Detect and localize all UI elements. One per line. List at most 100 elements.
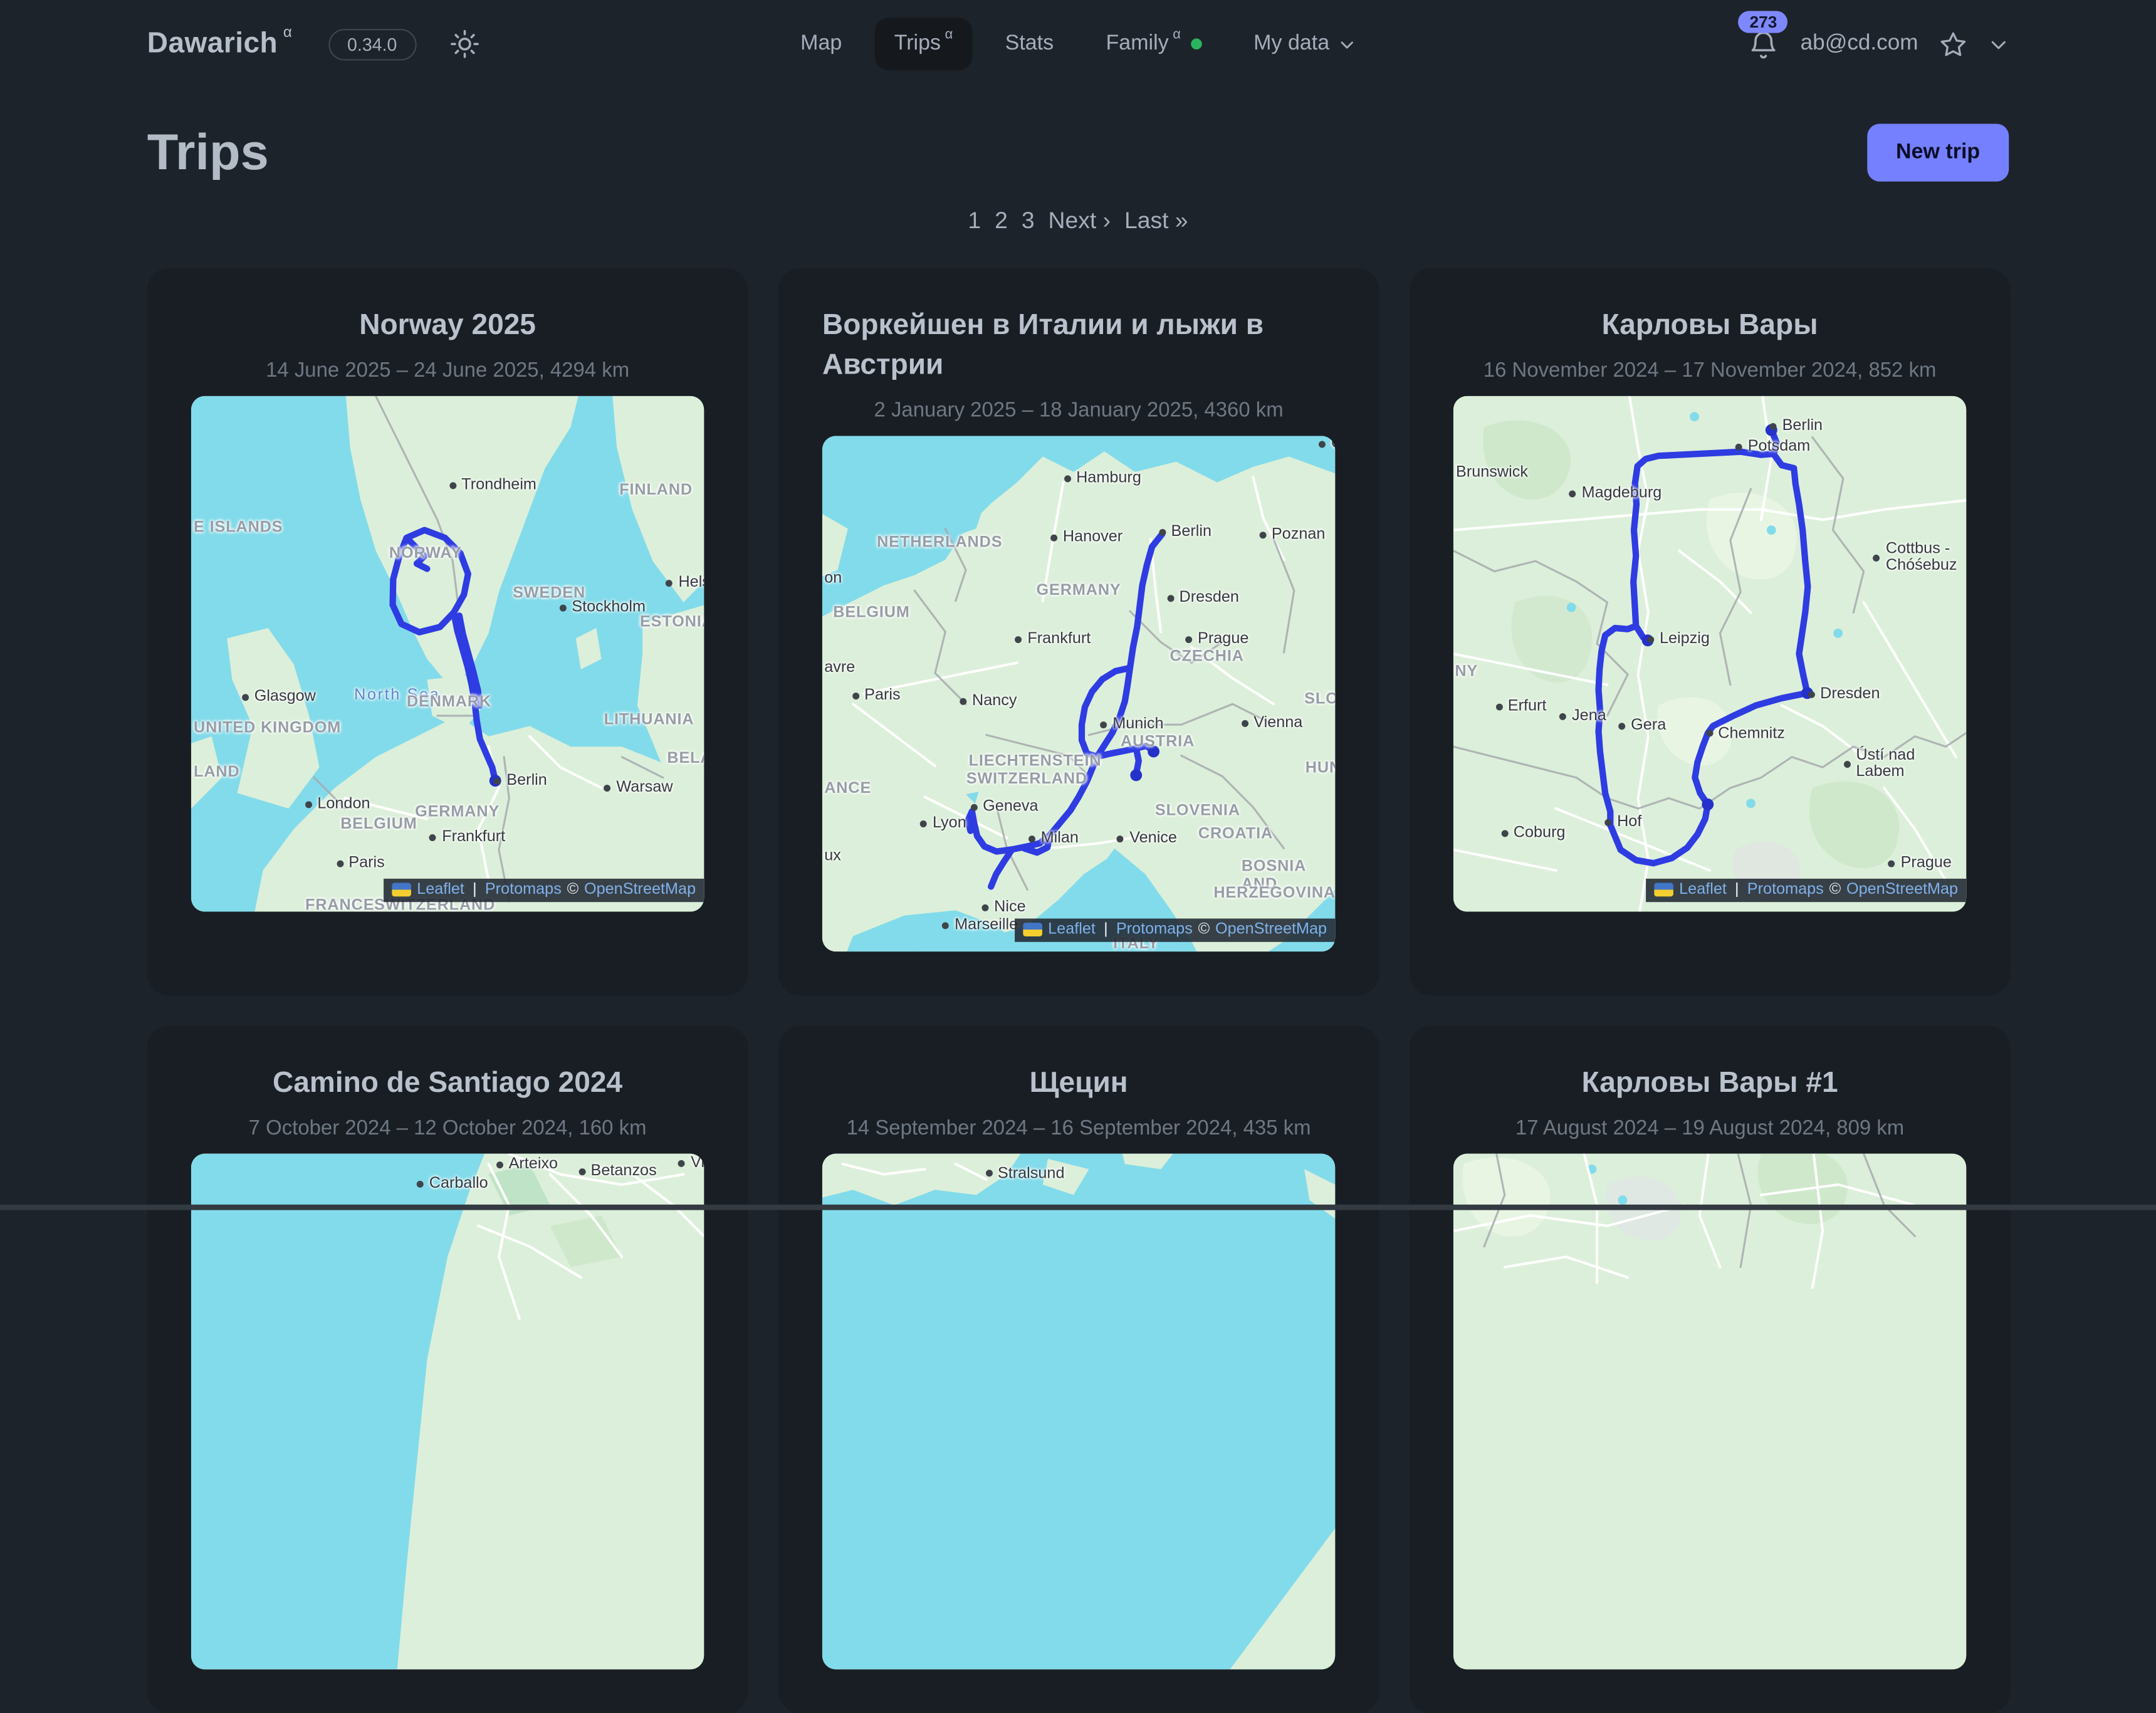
trip-map[interactable] — [1453, 1153, 1966, 1669]
label-text: Dresden — [1820, 686, 1880, 704]
map-city-label: Vienna — [1241, 715, 1302, 733]
trip-card: Воркейшен в Италии и лыжи в Австрии2 Jan… — [778, 268, 1379, 995]
city-dot — [852, 692, 859, 699]
app-logo[interactable]: Dawarichα — [147, 28, 293, 61]
horizontal-scrollbar[interactable] — [0, 1205, 2156, 1210]
trip-title[interactable]: Карловы Вары #1 — [1453, 1064, 1966, 1104]
chevron-down-icon — [1988, 34, 2009, 55]
pagination-link-3[interactable]: 3 — [1022, 207, 1035, 235]
osm-link[interactable]: OpenStreetMap — [1846, 882, 1958, 898]
city-dot — [942, 922, 949, 929]
city-dot — [1706, 730, 1713, 737]
map-country-label: DENMARK — [407, 694, 491, 711]
nav-item-trips[interactable]: Tripsα — [875, 18, 972, 70]
attribution-separator: | — [470, 882, 479, 898]
map-city-label: Berlin — [1159, 523, 1211, 541]
attribution-separator: | — [1732, 882, 1742, 898]
label-text: Hof — [1617, 814, 1641, 832]
label-text: Berlin — [1782, 417, 1823, 435]
pagination-link-1[interactable]: 1 — [968, 207, 981, 235]
map-country-label: GERMANY — [415, 804, 500, 822]
label-text: Vila — [691, 1155, 704, 1173]
nav-item-family[interactable]: Familyα — [1087, 18, 1221, 70]
osm-link[interactable]: OpenStreetMap — [584, 882, 696, 898]
label-text: Dresden — [1180, 590, 1239, 607]
trip-title[interactable]: Щецин — [822, 1064, 1335, 1104]
theme-toggle-button[interactable] — [449, 29, 479, 59]
trip-dates: 16 November 2024 – 17 November 2024, 852… — [1453, 359, 1966, 382]
trip-card: Карловы Вары #117 August 2024 – 19 Augus… — [1410, 1025, 2011, 1713]
alpha-tag: α — [283, 24, 292, 41]
map-country-label: HERZEGOVINA — [1213, 886, 1335, 903]
map-attribution: Leaflet|Protomaps©OpenStreetMap — [1646, 879, 1966, 902]
main-nav: Map Tripsα Stats FamilyαMy data — [781, 18, 1374, 70]
trip-map[interactable]: GdHamburgHanoverBerlinPoznanNETHERLANDSo… — [822, 436, 1335, 951]
map-city-label: Frankfurt — [429, 829, 505, 847]
map-city-label: Dresden — [1808, 686, 1880, 704]
map-city-label: Stralsund — [985, 1165, 1064, 1183]
city-dot — [1028, 836, 1035, 842]
user-menu-button[interactable] — [1988, 34, 2009, 55]
protomaps-link[interactable]: Protomaps — [1116, 922, 1193, 938]
nav-item-my-data[interactable]: My data — [1234, 18, 1374, 70]
city-dot — [1888, 861, 1895, 867]
city-dot — [1569, 491, 1576, 498]
leaflet-link[interactable]: Leaflet — [417, 882, 464, 898]
trip-map[interactable]: Stralsund — [822, 1153, 1335, 1669]
label-text: Ústí nad Labem — [1856, 746, 1966, 781]
attribution-separator: | — [1101, 922, 1111, 938]
trip-title[interactable]: Воркейшен в Италии и лыжи в Австрии — [822, 306, 1335, 386]
trip-map[interactable]: BerlinPotsdamBrunswickMagdeburgCottbus -… — [1453, 396, 1966, 912]
map-city-label: Carballo — [417, 1176, 488, 1193]
page-header: Trips New trip — [147, 123, 2009, 181]
label-text: AUSTRIA — [1121, 735, 1195, 752]
trip-title[interactable]: Карловы Вары — [1453, 306, 1966, 347]
label-text: Nancy — [972, 693, 1017, 710]
copyright-symbol: © — [567, 882, 579, 898]
protomaps-link[interactable]: Protomaps — [1747, 882, 1824, 898]
city-dot — [1647, 636, 1654, 643]
notifications-button[interactable]: 273 — [1748, 28, 1779, 60]
label-text: Prague — [1901, 856, 1952, 873]
nav-item-stats[interactable]: Stats — [986, 18, 1073, 70]
user-email[interactable]: ab@cd.com — [1801, 31, 1918, 56]
map-city-label: Paris — [337, 856, 385, 873]
trip-title[interactable]: Norway 2025 — [191, 306, 704, 347]
map-city-label: Helsin — [666, 575, 704, 592]
pagination-link-4[interactable]: Next › — [1049, 207, 1111, 235]
favorites-button[interactable] — [1939, 29, 1967, 58]
city-dot — [1618, 723, 1625, 730]
copyright-symbol: © — [1198, 922, 1210, 938]
trip-card: Camino de Santiago 20247 October 2024 – … — [147, 1025, 748, 1713]
label-text: Arteixo — [509, 1156, 558, 1174]
city-dot — [1873, 555, 1880, 562]
osm-link[interactable]: OpenStreetMap — [1215, 922, 1327, 938]
trip-dates: 14 June 2025 – 24 June 2025, 4294 km — [191, 359, 704, 382]
city-dot — [1100, 721, 1107, 728]
map-country-label: FINLAND — [619, 482, 693, 500]
label-text: Frankfurt — [1027, 631, 1091, 648]
version-badge[interactable]: 0.34.0 — [328, 28, 416, 60]
pagination-link-2[interactable]: 2 — [995, 207, 1008, 235]
label-text: Paris — [348, 856, 384, 873]
map-country-label: LAND — [194, 764, 240, 782]
city-dot — [970, 804, 977, 811]
trip-map[interactable]: ArteixoBetanzosVilaCarballo — [191, 1153, 704, 1669]
city-dot — [1117, 836, 1124, 842]
alpha-tag: α — [945, 28, 953, 43]
trip-map[interactable]: TrondheimFINLANDE ISLANDSNORWAYHelsinSWE… — [191, 396, 704, 912]
leaflet-link[interactable]: Leaflet — [1048, 922, 1096, 938]
leaflet-link[interactable]: Leaflet — [1679, 882, 1727, 898]
city-dot — [496, 1161, 503, 1168]
new-trip-button[interactable]: New trip — [1867, 123, 2009, 181]
label-text: Frankfurt — [442, 829, 505, 847]
trip-title[interactable]: Camino de Santiago 2024 — [191, 1064, 704, 1104]
city-dot — [678, 1160, 685, 1167]
pagination-link-5[interactable]: Last » — [1124, 207, 1188, 235]
nav-item-map[interactable]: Map — [781, 18, 861, 70]
label-text: NORWAY — [389, 545, 462, 563]
protomaps-link[interactable]: Protomaps — [485, 882, 562, 898]
map-city-label: Glasgow — [242, 688, 316, 706]
map-city-label: Cottbus - Chóśebuz — [1873, 540, 1957, 575]
map-country-label: E ISLANDS — [194, 520, 283, 537]
